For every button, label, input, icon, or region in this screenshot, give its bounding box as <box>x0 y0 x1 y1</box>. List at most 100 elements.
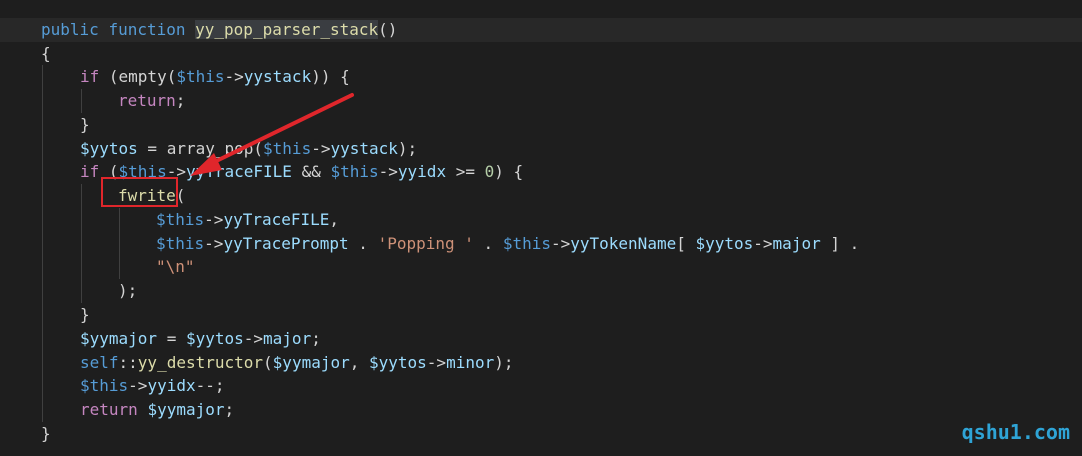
indent-guide <box>42 303 43 327</box>
code-token: = array_pop( <box>137 139 264 158</box>
code-line-3[interactable]: if (empty($this->yystack)) { <box>0 65 1082 89</box>
indent-guide <box>42 208 43 232</box>
code-line-6[interactable]: $yytos = array_pop($this->yystack); <box>0 137 1082 161</box>
open-brace: { <box>41 44 51 63</box>
indent-guide <box>42 351 43 375</box>
property-token: yystack <box>243 67 312 86</box>
indent-guide <box>42 184 43 208</box>
code-token: ); <box>494 353 514 372</box>
code-token: && <box>291 162 331 181</box>
code-line-13[interactable]: } <box>0 303 1082 327</box>
watermark: qshu1.com <box>961 420 1070 444</box>
arrow-token: -> <box>128 376 148 395</box>
arrow-token: -> <box>204 234 224 253</box>
indent-guide <box>42 327 43 351</box>
this-token: $this <box>176 67 225 86</box>
code-token: , <box>329 210 340 229</box>
code-line-5[interactable]: } <box>0 113 1082 137</box>
property-token: yyTracePrompt <box>223 234 349 253</box>
property-token: major <box>263 329 312 348</box>
indent-guide <box>42 160 43 184</box>
this-token: $this <box>502 234 551 253</box>
keyword-if: if <box>80 162 100 181</box>
indent-guide <box>119 232 120 256</box>
indent-guide <box>42 89 43 113</box>
code-token: ; <box>224 400 235 419</box>
keyword-return: return <box>118 91 176 110</box>
this-token: $this <box>80 376 129 395</box>
indent-guide <box>42 232 43 256</box>
arrow-token: -> <box>311 139 331 158</box>
code-line-16[interactable]: $this->yyidx--; <box>0 374 1082 398</box>
code-token: . <box>348 234 378 253</box>
keyword-if: if <box>80 67 100 86</box>
code-token: , <box>349 353 369 372</box>
code-line-14[interactable]: $yymajor = $yytos->major; <box>0 327 1082 351</box>
code-editor[interactable]: public function yy_pop_parser_stack() { … <box>0 0 1082 456</box>
property-token: yystack <box>330 139 398 158</box>
code-line-1[interactable]: public function yy_pop_parser_stack() <box>0 18 1082 42</box>
close-brace: } <box>41 424 51 443</box>
code-line-9[interactable]: $this->yyTraceFILE, <box>0 208 1082 232</box>
variable-token: $yytos <box>695 234 754 253</box>
variable-token: $yytos <box>369 353 427 372</box>
indent-guide <box>42 279 43 303</box>
variable-token: $yytos <box>185 329 244 348</box>
property-token: yyidx <box>147 376 196 395</box>
indent-guide <box>81 89 82 113</box>
this-token: $this <box>330 162 379 181</box>
indent-guide <box>119 208 120 232</box>
code-token: )) { <box>311 67 350 86</box>
code-line-12[interactable]: ); <box>0 279 1082 303</box>
property-token: major <box>772 234 821 253</box>
close-brace: } <box>80 305 90 324</box>
variable-token: $yymajor <box>147 400 225 419</box>
code-line-4[interactable]: return; <box>0 89 1082 113</box>
arrow-token: -> <box>224 67 244 86</box>
indent-guide <box>81 232 82 256</box>
code-line-10[interactable]: $this->yyTracePrompt . 'Popping ' . $thi… <box>0 232 1082 256</box>
indent-guide <box>42 65 43 89</box>
close-paren: ); <box>118 281 138 300</box>
property-token: yyTokenName <box>570 234 677 253</box>
code-line-15[interactable]: self::yy_destructor($yymajor, $yytos->mi… <box>0 351 1082 375</box>
code-token: --; <box>195 376 225 395</box>
arrow-token: -> <box>426 353 447 372</box>
property-token: yyTraceFILE <box>185 162 292 181</box>
arrow-token: -> <box>550 234 571 253</box>
code-line-18[interactable]: } <box>0 422 1082 446</box>
code-line-2[interactable]: { <box>0 42 1082 66</box>
variable-token: $yymajor <box>80 329 158 348</box>
indent-guide <box>81 208 82 232</box>
code-line-11[interactable]: "\n" <box>0 255 1082 279</box>
code-token: ) { <box>494 162 524 181</box>
indent-guide <box>81 255 82 279</box>
function-call-destructor: yy_destructor <box>137 353 264 372</box>
arrow-token: -> <box>378 162 398 181</box>
property-token: minor <box>446 353 495 372</box>
string-token: 'Popping ' <box>377 234 474 253</box>
indent-guide <box>42 374 43 398</box>
code-token: ] . <box>820 234 860 253</box>
arrow-token: -> <box>204 210 224 229</box>
code-token: ( <box>263 353 273 372</box>
indent-guide <box>42 398 43 422</box>
this-token: $this <box>263 139 312 158</box>
arrow-token: -> <box>753 234 773 253</box>
indent-guide <box>81 279 82 303</box>
keyword-return: return <box>80 400 138 419</box>
code-line-17[interactable]: return $yymajor; <box>0 398 1082 422</box>
keyword-public: public <box>41 20 99 39</box>
keyword-self: self <box>80 353 119 372</box>
indent-guide <box>42 255 43 279</box>
code-token: ; <box>175 91 186 110</box>
this-token: $this <box>156 234 205 253</box>
variable-token: $yymajor <box>272 353 350 372</box>
annotation-highlight-box <box>101 177 178 207</box>
code-token: (empty( <box>99 67 177 86</box>
keyword-function: function <box>108 20 186 39</box>
indent-guide <box>42 113 43 137</box>
code-token: = <box>157 329 186 348</box>
code-token: :: <box>118 353 138 372</box>
